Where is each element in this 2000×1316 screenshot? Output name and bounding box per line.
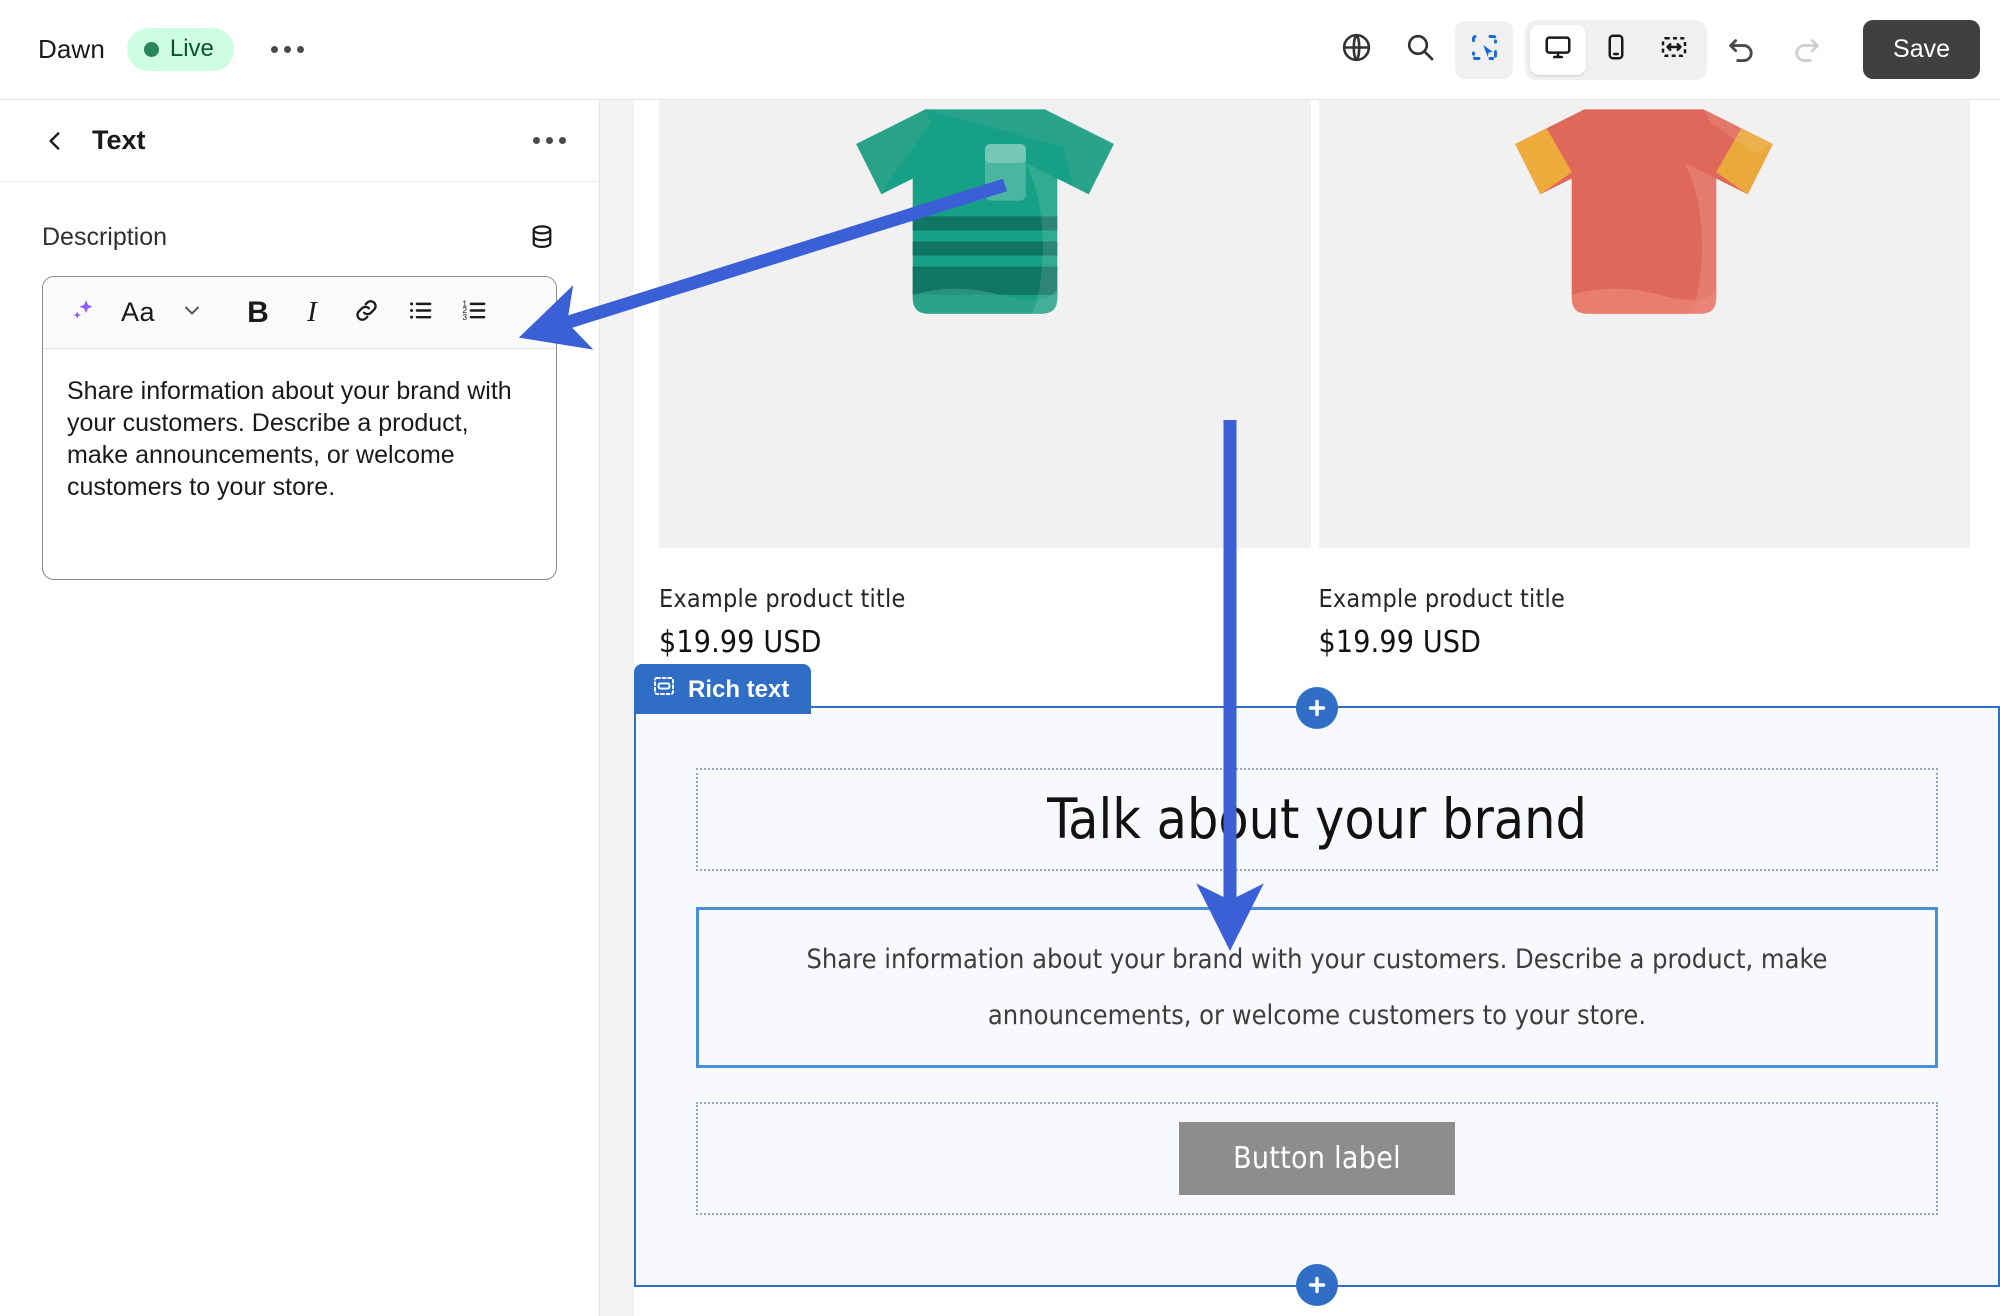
numbered-list-icon: 123	[460, 296, 489, 330]
preview-scroll-area[interactable]: Example product title $19.99 USD Example…	[634, 100, 2000, 1306]
inspector-select-icon	[1468, 31, 1501, 69]
button-block[interactable]: Button label	[696, 1101, 1938, 1215]
numbered-list-button[interactable]: 123	[449, 288, 499, 338]
back-button[interactable]	[40, 126, 70, 156]
description-field-group: Description Aa B I 1 2 3 Share informati…	[0, 182, 599, 580]
cta-button[interactable]: Button label	[1179, 1121, 1455, 1195]
dot	[558, 137, 566, 144]
theme-name: Dawn	[38, 34, 105, 64]
section-paragraph: Share information about your brand with …	[806, 944, 1828, 1031]
section-content-box[interactable]: Talk about your brand Share information …	[634, 687, 2000, 1306]
full-width-preview-button[interactable]	[1646, 25, 1702, 75]
ai-sparkle-icon	[69, 295, 99, 330]
panel-more-menu-button[interactable]	[527, 121, 571, 161]
heading-block[interactable]: Talk about your brand	[696, 768, 1938, 872]
italic-button[interactable]: I	[287, 288, 337, 338]
bulleted-list-button[interactable]	[395, 288, 445, 338]
theme-more-menu-button[interactable]	[266, 30, 310, 70]
mobile-icon	[1601, 32, 1631, 67]
desktop-preview-button[interactable]	[1530, 24, 1587, 75]
product-image	[1318, 100, 1970, 548]
product-title: Example product title	[1318, 584, 1565, 613]
dot	[271, 46, 279, 53]
inspector-select-button[interactable]	[1455, 20, 1514, 79]
text-style-dropdown-button[interactable]	[167, 288, 217, 338]
text-style-label: Aa	[120, 297, 156, 327]
product-grid: Example product title $19.99 USD Example…	[634, 100, 2000, 660]
paragraph-block[interactable]: Share information about your brand with …	[696, 907, 1938, 1068]
page-title: Text	[92, 125, 146, 155]
section-heading: Talk about your brand	[1047, 787, 1587, 851]
topbar-left-group: Dawn Live	[0, 28, 310, 71]
product-card[interactable]: Example product title $19.99 USD	[1318, 100, 1970, 660]
globe-button[interactable]	[1327, 21, 1385, 79]
rich-text-section: Rich text Talk about your brand Share in…	[634, 664, 2000, 1306]
section-block-icon	[652, 674, 676, 705]
section-label-text: Rich text	[688, 675, 790, 703]
italic-icon: I	[307, 296, 317, 328]
product-price: $19.99 USD	[1318, 625, 1482, 660]
device-preview-group	[1525, 19, 1708, 80]
dot	[284, 46, 292, 53]
plus-icon	[1308, 699, 1326, 717]
live-status-dot	[143, 41, 159, 57]
save-button[interactable]: Save	[1863, 20, 1980, 79]
desktop-icon	[1543, 32, 1573, 67]
top-bar: Dawn Live Save	[0, 0, 2000, 100]
svg-text:3: 3	[462, 311, 467, 321]
bold-button[interactable]: B	[233, 288, 283, 338]
undo-button[interactable]	[1713, 21, 1771, 79]
redo-button[interactable]	[1777, 21, 1835, 79]
product-card[interactable]: Example product title $19.99 USD	[659, 100, 1311, 660]
product-image	[659, 100, 1311, 548]
rich-text-editor: Aa B I 1 2 3 Share information about you…	[42, 276, 557, 580]
database-icon[interactable]	[527, 222, 557, 252]
add-block-button-top[interactable]	[1296, 687, 1338, 729]
search-icon	[1404, 31, 1436, 68]
bulleted-list-icon	[406, 296, 435, 330]
section-label-tab[interactable]: Rich text	[634, 664, 812, 714]
bold-icon: B	[247, 295, 269, 329]
mobile-preview-button[interactable]	[1588, 25, 1644, 75]
product-price: $19.99 USD	[659, 625, 822, 660]
link-button[interactable]	[341, 288, 391, 338]
add-block-button-bottom[interactable]	[1296, 1263, 1338, 1306]
panel-header: Text	[0, 100, 599, 182]
dot	[532, 137, 540, 144]
preview-gutter	[600, 100, 634, 1316]
dot	[545, 137, 553, 144]
undo-icon	[1725, 30, 1759, 69]
globe-icon	[1340, 31, 1373, 69]
status-badge-label: Live	[169, 35, 214, 62]
description-label-row: Description	[42, 222, 557, 252]
text-style-button[interactable]: Aa	[113, 288, 163, 338]
product-title: Example product title	[659, 584, 906, 613]
topbar-right-group: Save	[1327, 19, 2000, 80]
ai-sparkle-button[interactable]	[59, 288, 109, 338]
settings-sidebar: Text Description Aa B I 1 2 3 Share info…	[0, 100, 600, 1316]
status-badge: Live	[126, 28, 234, 71]
full-width-icon	[1659, 32, 1689, 67]
plus-icon	[1308, 1276, 1326, 1294]
tshirt-teal-icon	[855, 109, 1114, 314]
editor-toolbar: Aa B I 1 2 3	[43, 277, 556, 349]
store-preview: Example product title $19.99 USD Example…	[634, 100, 2000, 1316]
tshirt-coral-icon	[1515, 109, 1774, 314]
search-button[interactable]	[1391, 21, 1449, 79]
redo-icon	[1789, 30, 1823, 69]
link-icon	[352, 296, 381, 330]
dot	[297, 46, 305, 53]
description-label: Description	[42, 222, 168, 251]
chevron-down-icon	[180, 298, 204, 327]
description-input[interactable]: Share information about your brand with …	[43, 349, 556, 579]
